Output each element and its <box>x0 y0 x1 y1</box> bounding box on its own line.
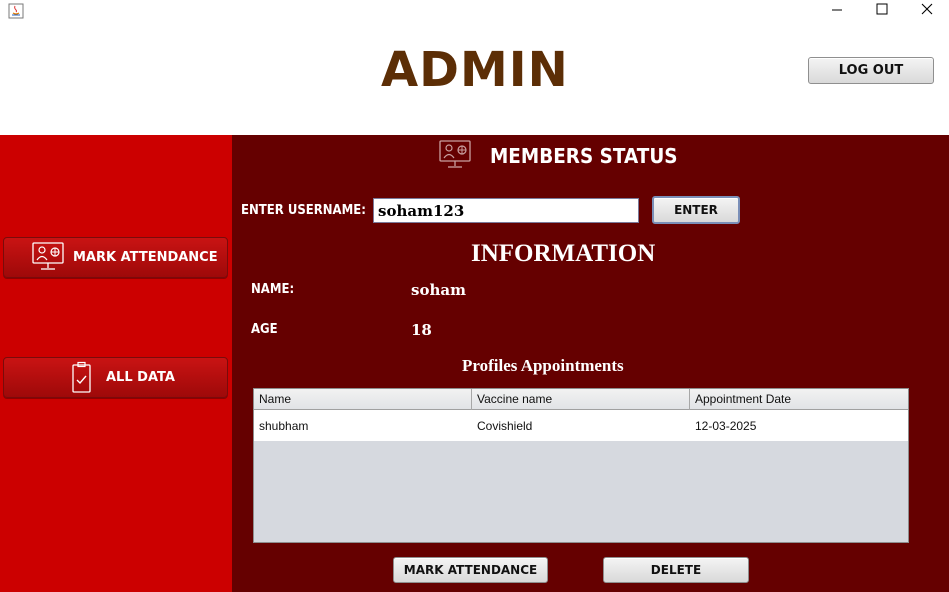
header: ADMIN LOG OUT <box>0 24 949 135</box>
table-header: Name Vaccine name Appointment Date <box>254 389 908 410</box>
column-header-name[interactable]: Name <box>254 389 472 410</box>
table-cell: Covishield <box>477 419 533 433</box>
sidebar-item-mark-attendance[interactable]: MARK ATTENDANCE <box>3 237 228 278</box>
minimize-icon <box>832 9 842 11</box>
mark-attendance-button[interactable]: MARK ATTENDANCE <box>393 557 548 583</box>
maximize-icon <box>876 3 888 15</box>
appointments-table[interactable]: Name Vaccine name Appointment Date shubh… <box>253 388 909 543</box>
page-title: ADMIN <box>381 42 569 98</box>
logout-button[interactable]: LOG OUT <box>808 57 934 84</box>
members-status-panel: MEMBERS STATUS ENTER USERNAME: ENTER INF… <box>232 135 949 592</box>
column-header-vaccine[interactable]: Vaccine name <box>472 389 690 410</box>
close-icon <box>921 3 933 15</box>
age-label: AGE <box>251 322 278 337</box>
table-cell: shubham <box>259 419 309 433</box>
monitor-people-icon <box>32 242 64 270</box>
delete-button[interactable]: DELETE <box>603 557 749 583</box>
sidebar: MARK ATTENDANCE ALL DATA <box>0 135 232 592</box>
window-title-bar <box>0 0 949 24</box>
username-input[interactable] <box>373 198 639 223</box>
sidebar-item-all-data[interactable]: ALL DATA <box>3 357 228 398</box>
table-cell: 12-03-2025 <box>695 419 757 433</box>
column-header-appointment-date[interactable]: Appointment Date <box>690 389 908 410</box>
username-label: ENTER USERNAME: <box>241 203 366 218</box>
minimize-button[interactable] <box>814 0 860 24</box>
sidebar-item-label: MARK ATTENDANCE <box>73 250 218 265</box>
sidebar-item-label: ALL DATA <box>106 370 175 385</box>
enter-button[interactable]: ENTER <box>652 196 740 224</box>
appointments-heading: Profiles Appointments <box>462 356 624 375</box>
monitor-people-icon <box>439 140 471 168</box>
clipboard-check-icon <box>72 361 91 393</box>
information-heading: INFORMATION <box>471 240 656 267</box>
name-label: NAME: <box>251 282 295 297</box>
java-icon <box>8 3 24 19</box>
name-value: soham <box>411 281 466 299</box>
age-value: 18 <box>411 321 432 339</box>
close-button[interactable] <box>904 0 949 24</box>
table-row[interactable]: shubham Covishield 12-03-2025 <box>254 410 908 441</box>
section-title: MEMBERS STATUS <box>490 144 678 168</box>
maximize-button[interactable] <box>859 0 905 24</box>
